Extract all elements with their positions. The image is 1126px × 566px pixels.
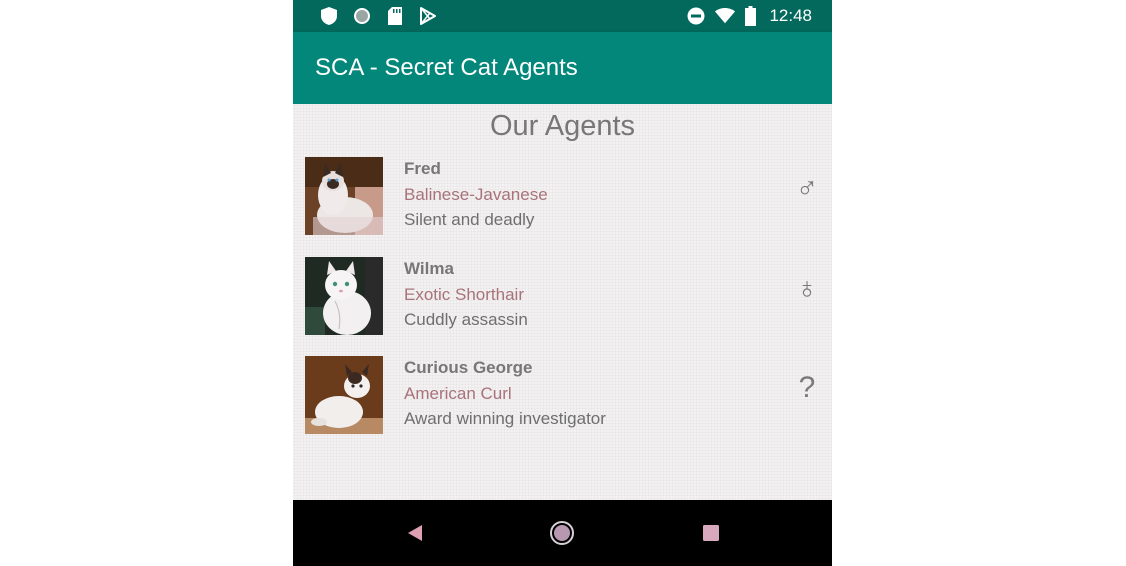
navigation-bar [293,500,832,566]
female-icon: ♁ [795,272,819,305]
agent-photo-fred [305,157,383,235]
agent-description: Award winning investigator [404,409,606,428]
agent-breed: Balinese-Javanese [404,185,548,204]
phone-screen: 12:48 SCA - Secret Cat Agents Our Agents [293,0,832,566]
do-not-disturb-icon [686,6,706,26]
agent-list-item-wilma[interactable]: Wilma Exotic Shorthair Cuddly assassin ♁ [293,257,832,339]
status-bar: 12:48 [293,0,832,32]
app-bar: SCA - Secret Cat Agents [293,32,832,104]
agent-photo-wilma [305,257,383,335]
agent-name: Wilma [404,259,454,278]
battery-icon [744,6,756,26]
agent-description: Cuddly assassin [404,310,528,329]
agent-breed: American Curl [404,384,512,403]
agent-photo-curious-george [305,356,383,434]
agent-breed: Exotic Shorthair [404,285,524,304]
circle-dot-icon [352,6,372,26]
play-store-icon [418,6,438,26]
app-title: SCA - Secret Cat Agents [315,54,578,81]
agent-list-item-fred[interactable]: Fred Balinese-Javanese Silent and deadly… [293,157,832,239]
clock-time: 12:48 [769,6,812,25]
home-icon[interactable] [547,518,577,548]
sd-card-icon [385,6,405,26]
agent-name: Fred [404,159,441,178]
shield-icon [319,6,339,26]
male-icon: ♂ [795,172,819,205]
agent-list-item-curious-george[interactable]: Curious George American Curl Award winni… [293,356,832,438]
wifi-icon [715,6,736,26]
page-title: Our Agents [489,110,636,142]
recents-icon[interactable] [696,518,726,548]
agents-list-screen: Our Agents Fred Balinese-Javanese Silent… [293,104,832,500]
agent-name: Curious George [404,358,533,377]
agent-description: Silent and deadly [404,210,535,229]
unknown-gender-icon: ? [798,371,816,404]
back-icon[interactable] [400,518,430,548]
